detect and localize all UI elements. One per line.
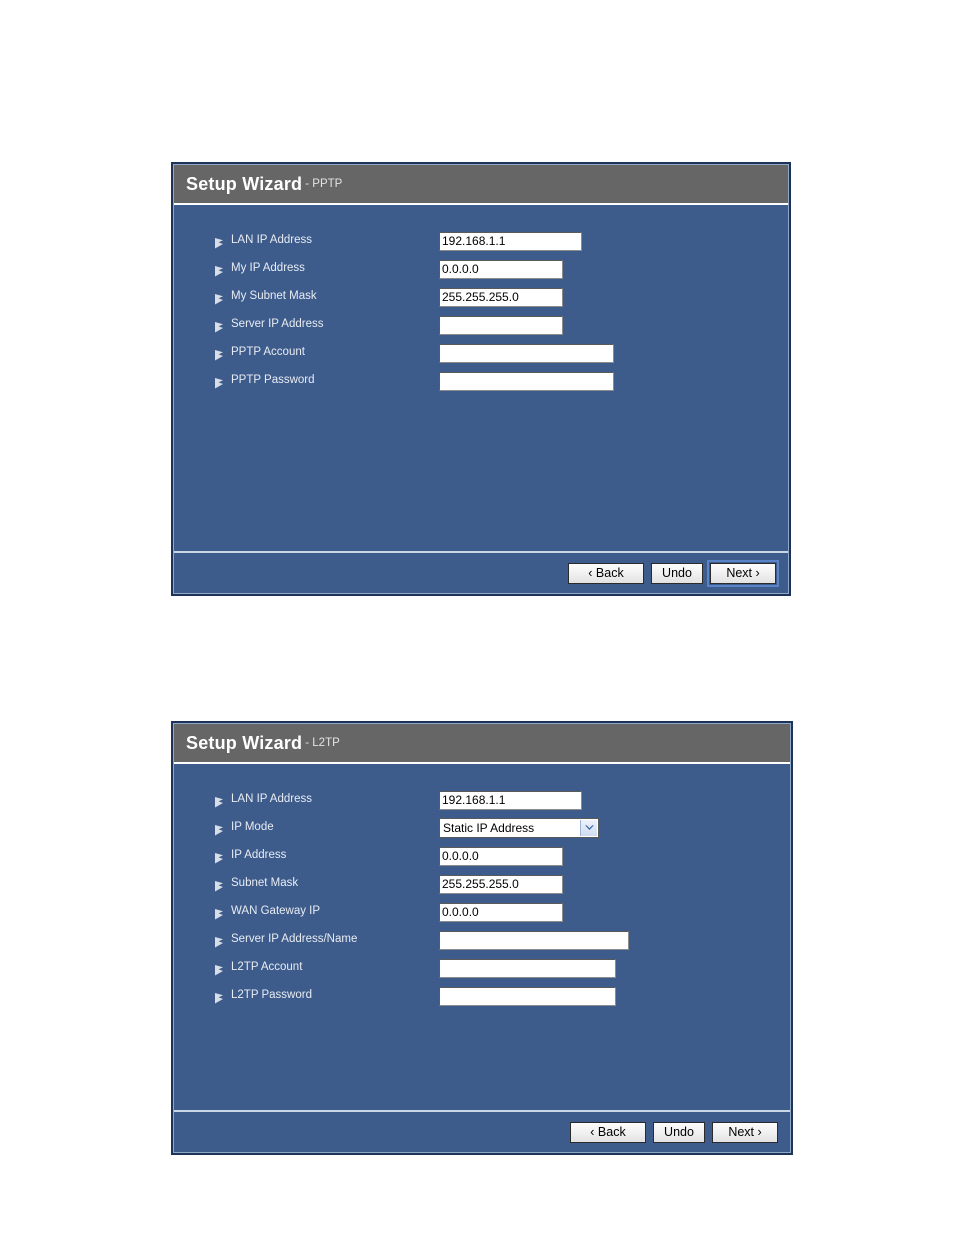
bullet-arrow-icon [214,963,224,975]
panel-footer-pptp: ‹ Back Undo Next › [174,551,788,593]
back-button[interactable]: ‹ Back [568,562,644,584]
form-row: My IP Address [174,255,788,283]
bullet-arrow-icon [214,376,224,388]
setup-wizard-panel-pptp: Setup Wizard - PPTP LAN IP Address My IP … [171,162,791,596]
form-row: Server IP Address [174,311,788,339]
bullet-arrow-icon [214,292,224,304]
form-row: L2TP Password [174,982,790,1010]
page-subtitle: - L2TP [305,737,340,749]
form-row: Subnet Mask [174,870,790,898]
input-l2tp-password[interactable] [439,986,616,1006]
field-label: L2TP Account [231,961,303,974]
page-subtitle: - PPTP [305,178,343,190]
field-label-cell: L2TP Password [214,989,439,1003]
panel-header-l2tp: Setup Wizard - L2TP [174,724,790,764]
field-label-cell: L2TP Account [214,961,439,975]
panel-inner: Setup Wizard - PPTP LAN IP Address My IP … [173,164,789,594]
bullet-arrow-icon [214,991,224,1003]
field-label-cell: My Subnet Mask [214,290,439,304]
form-row: LAN IP Address [174,786,790,814]
bullet-arrow-icon [214,320,224,332]
select-ip-mode[interactable]: Static IP Address [439,818,599,838]
form-row: LAN IP Address [174,227,788,255]
select-selected-value: Static IP Address [443,821,535,835]
undo-button[interactable]: Undo [653,1121,705,1143]
form-row: L2TP Account [174,954,790,982]
back-button[interactable]: ‹ Back [570,1121,646,1143]
bullet-arrow-icon [214,795,224,807]
bullet-arrow-icon [214,348,224,360]
setup-wizard-panel-l2tp: Setup Wizard - L2TP LAN IP Address IP Mod… [171,721,793,1155]
form-row: Server IP Address/Name [174,926,790,954]
form-row: PPTP Account [174,339,788,367]
input-my-ip-address[interactable] [439,259,563,279]
page-title: Setup Wizard [186,732,303,753]
field-label-cell: Server IP Address/Name [214,933,439,947]
input-wan-gateway-ip[interactable] [439,902,563,922]
input-server-ip-address[interactable] [439,315,563,335]
field-label-cell: LAN IP Address [214,234,439,248]
input-my-subnet-mask[interactable] [439,287,563,307]
input-lan-ip-address[interactable] [439,790,582,810]
field-label-cell: IP Mode [214,821,439,835]
field-label: Server IP Address [231,318,324,331]
bullet-arrow-icon [214,935,224,947]
field-label-cell: Server IP Address [214,318,439,332]
form-row: PPTP Password [174,367,788,395]
bullet-arrow-icon [214,907,224,919]
field-label: Server IP Address/Name [231,933,358,946]
input-pptp-password[interactable] [439,371,614,391]
field-label: My Subnet Mask [231,290,317,303]
undo-button[interactable]: Undo [651,562,703,584]
page-title: Setup Wizard [186,173,303,194]
panel-footer-l2tp: ‹ Back Undo Next › [174,1110,790,1152]
input-pptp-account[interactable] [439,343,614,363]
field-label-cell: IP Address [214,849,439,863]
field-label: L2TP Password [231,989,312,1002]
field-label-cell: Subnet Mask [214,877,439,891]
form-row: IP Mode Static IP Address [174,814,790,842]
field-label: IP Mode [231,821,274,834]
field-label: My IP Address [231,262,305,275]
field-label: IP Address [231,849,287,862]
input-ip-address[interactable] [439,846,563,866]
field-label-cell: PPTP Account [214,346,439,360]
next-button[interactable]: Next › [712,1121,778,1143]
panel-inner: Setup Wizard - L2TP LAN IP Address IP Mod… [173,723,791,1153]
form-row: IP Address [174,842,790,870]
field-label: LAN IP Address [231,234,312,247]
bullet-arrow-icon [214,236,224,248]
field-label: PPTP Account [231,346,305,359]
bullet-arrow-icon [214,264,224,276]
bullet-arrow-icon [214,823,224,835]
panel-body-l2tp: LAN IP AddressIP ModeStatic IP AddressIP… [174,764,790,1110]
panel-body-pptp: LAN IP Address My IP Address My Subnet Mas… [174,205,788,551]
form-row: WAN Gateway IP [174,898,790,926]
field-label: LAN IP Address [231,793,312,806]
bullet-arrow-icon [214,879,224,891]
bullet-arrow-icon [214,851,224,863]
field-label-cell: PPTP Password [214,374,439,388]
form-row: My Subnet Mask [174,283,788,311]
next-button[interactable]: Next › [707,559,779,587]
field-label-cell: My IP Address [214,262,439,276]
input-subnet-mask[interactable] [439,874,563,894]
input-l2tp-account[interactable] [439,958,616,978]
field-label-cell: LAN IP Address [214,793,439,807]
field-label: PPTP Password [231,374,315,387]
chevron-down-icon[interactable] [580,820,597,836]
panel-header-pptp: Setup Wizard - PPTP [174,165,788,205]
field-label: WAN Gateway IP [231,905,321,918]
input-server-ip-address-name[interactable] [439,930,629,950]
input-lan-ip-address[interactable] [439,231,582,251]
field-label: Subnet Mask [231,877,299,890]
field-label-cell: WAN Gateway IP [214,905,439,919]
